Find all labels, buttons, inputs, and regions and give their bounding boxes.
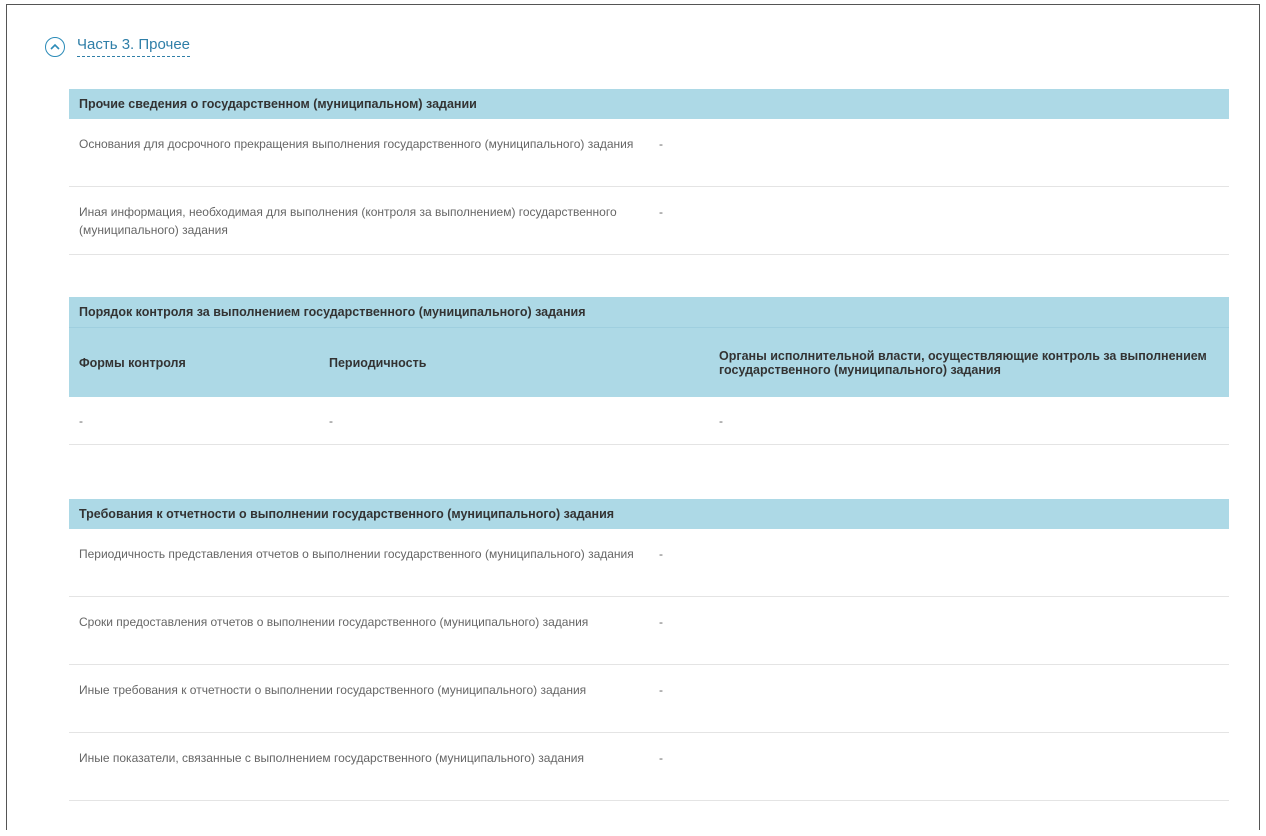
row-value: -	[659, 683, 663, 697]
control-column-headers: Формы контроля Периодичность Органы испо…	[69, 327, 1229, 397]
section-header[interactable]: Часть 3. Прочее	[45, 36, 191, 57]
row-value: -	[659, 205, 663, 219]
control-header: Порядок контроля за выполнением государс…	[69, 297, 1229, 327]
row-label: Сроки предоставления отчетов о выполнени…	[79, 615, 589, 629]
other-info-block: Прочие сведения о государственном (муниц…	[69, 89, 1229, 255]
row-value: -	[659, 615, 663, 629]
column-header: Периодичность	[329, 355, 427, 370]
row-label: Периодичность представления отчетов о вы…	[79, 547, 634, 561]
row-label: Иная информация, необходимая для выполне…	[79, 205, 617, 237]
control-block: Порядок контроля за выполнением государс…	[69, 297, 1229, 445]
chevron-up-icon[interactable]	[45, 36, 65, 57]
row-label: Иные требования к отчетности о выполнени…	[79, 683, 587, 697]
table-cell: -	[329, 413, 333, 428]
list-item: Основания для досрочного прекращения вып…	[69, 119, 1229, 187]
row-value: -	[659, 137, 663, 151]
table-row: - - -	[69, 397, 1229, 445]
column-header: Формы контроля	[79, 355, 186, 370]
column-header: Органы исполнительной власти, осуществля…	[719, 348, 1207, 377]
row-label: Основания для досрочного прекращения вып…	[79, 137, 634, 151]
page-frame: Часть 3. Прочее Прочие сведения о госуда…	[6, 4, 1260, 830]
list-item: Иные требования к отчетности о выполнени…	[69, 665, 1229, 733]
reporting-header: Требования к отчетности о выполнении гос…	[69, 499, 1229, 529]
table-cell: -	[79, 413, 83, 428]
row-value: -	[659, 751, 663, 765]
list-item: Сроки предоставления отчетов о выполнени…	[69, 597, 1229, 665]
row-label: Иные показатели, связанные с выполнением…	[79, 751, 584, 765]
reporting-block: Требования к отчетности о выполнении гос…	[69, 499, 1229, 801]
list-item: Периодичность представления отчетов о вы…	[69, 529, 1229, 597]
list-item: Иная информация, необходимая для выполне…	[69, 187, 1229, 255]
row-value: -	[659, 547, 663, 561]
list-item: Иные показатели, связанные с выполнением…	[69, 733, 1229, 801]
other-info-header: Прочие сведения о государственном (муниц…	[69, 89, 1229, 119]
table-cell: -	[719, 413, 723, 428]
section-title[interactable]: Часть 3. Прочее	[77, 36, 191, 57]
